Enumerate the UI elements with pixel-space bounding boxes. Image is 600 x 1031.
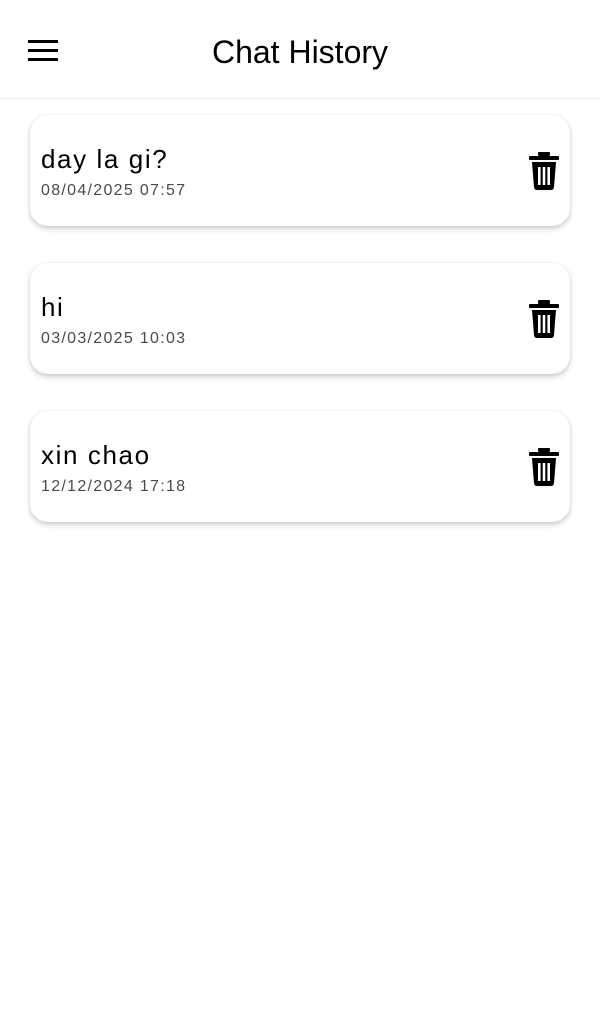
delete-chat-button[interactable] [526,151,562,191]
delete-chat-button[interactable] [526,447,562,487]
chat-history-screen: Chat History day la gi? 08/04/2025 07:57… [0,0,600,1031]
chat-title: hi [41,292,65,322]
app-bar: Chat History [0,0,600,99]
chat-item[interactable]: day la gi? 08/04/2025 07:57 [30,115,570,226]
chat-timestamp: 08/04/2025 07:57 [41,182,187,199]
page-title: Chat History [211,34,389,70]
chat-timestamp: 03/03/2025 10:03 [41,330,187,347]
trash-icon [529,448,559,486]
delete-chat-button[interactable] [526,299,562,339]
chat-item[interactable]: xin chao 12/12/2024 17:18 [30,411,570,522]
chat-item[interactable]: hi 03/03/2025 10:03 [30,263,570,374]
chat-title: day la gi? [41,144,169,174]
trash-icon [529,152,559,190]
chat-timestamp: 12/12/2024 17:18 [41,478,187,495]
trash-icon [529,300,559,338]
chat-list: day la gi? 08/04/2025 07:57 hi 03/03/202… [30,115,570,559]
chat-title: xin chao [41,440,151,470]
